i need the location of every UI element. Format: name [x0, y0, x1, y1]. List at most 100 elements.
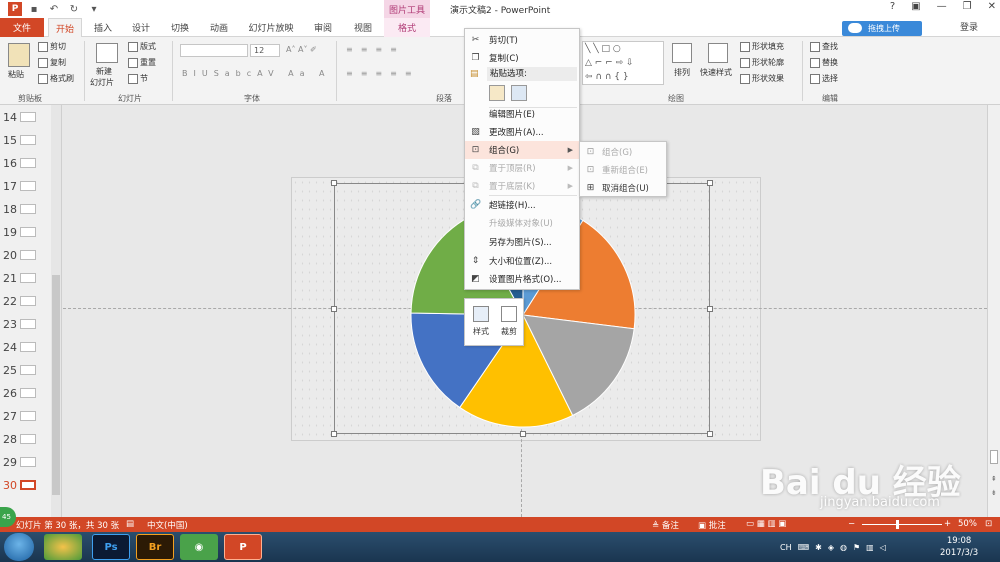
vertical-scroll-thumb[interactable] [990, 450, 998, 464]
find-button[interactable]: 查找 [810, 41, 838, 52]
menu-bring-to-front[interactable]: ⧉ 置于顶层(R) ▶ [465, 159, 579, 177]
paste-as-picture-icon[interactable] [511, 85, 527, 101]
resize-handle[interactable] [707, 180, 713, 186]
taskbar-app-icon[interactable] [44, 534, 82, 560]
powerpoint-taskbar-button[interactable]: P [224, 534, 262, 560]
zoom-slider-knob[interactable] [896, 520, 899, 529]
tab-format[interactable]: 格式 [384, 18, 430, 37]
style-button[interactable]: 样式 [468, 303, 494, 343]
scroll-prev-icon[interactable]: ⇞ [991, 475, 997, 483]
customize-qat-icon[interactable]: ▾ [86, 2, 102, 16]
zoom-level[interactable]: 50% [958, 519, 977, 529]
thumbnail-scrollbar[interactable] [51, 105, 61, 517]
submenu-ungroup[interactable]: ⊞ 取消组合(U) [580, 179, 666, 197]
submenu-regroup[interactable]: ⊡ 重新组合(E) [580, 161, 666, 179]
network-icon[interactable]: ▥ [866, 543, 874, 552]
scroll-next-icon[interactable]: ⇟ [991, 489, 997, 497]
flag-icon[interactable]: ⚑ [853, 543, 860, 552]
close-button[interactable]: ✕ [988, 1, 996, 12]
zoom-slider[interactable] [862, 524, 942, 525]
shape-fill-button[interactable]: 形状填充 [740, 41, 784, 52]
menu-save-as-picture[interactable]: 另存为图片(S)... [465, 233, 579, 251]
shield-icon[interactable]: ◈ [828, 543, 834, 552]
redo-icon[interactable]: ↻ [66, 2, 82, 16]
volume-icon[interactable]: ◁ [880, 543, 886, 552]
wechat-tray-icon[interactable]: ◍ [840, 543, 847, 552]
clock[interactable]: 19:08 2017/3/3 [940, 535, 978, 559]
language-indicator[interactable]: CH [780, 543, 792, 552]
zoom-in-button[interactable]: + [944, 519, 951, 529]
shape-effects-button[interactable]: 形状效果 [740, 73, 784, 84]
font-size-combo[interactable]: 12 [250, 44, 280, 57]
paste-icon[interactable] [8, 43, 30, 67]
menu-change-picture[interactable]: ▧ 更改图片(A)... [465, 123, 579, 141]
tab-home[interactable]: 开始 [48, 18, 82, 37]
shapes-gallery[interactable]: ╲ ╲ □ ○ △ ⌐ ⌐ ⇨ ⇩ ⇦ ∩ ∩ { } [582, 41, 664, 85]
help-button[interactable]: ? [890, 1, 895, 12]
minimize-button[interactable]: — [937, 1, 947, 12]
menu-size-position[interactable]: ⇕ 大小和位置(Z)... [465, 252, 579, 270]
crop-button[interactable]: 裁剪 [496, 303, 522, 343]
resize-handle[interactable] [707, 431, 713, 437]
menu-send-to-back[interactable]: ⧉ 置于底层(K) ▶ [465, 177, 579, 195]
settings-icon[interactable]: ✱ [815, 543, 822, 552]
shape-outline-button[interactable]: 形状轮廓 [740, 57, 784, 68]
tab-file[interactable]: 文件 [0, 18, 44, 37]
slide-vertical-scrollbar[interactable]: ⇞ ⇟ [987, 105, 1000, 517]
resize-handle[interactable] [707, 306, 713, 312]
new-slide-button[interactable]: 新建 [96, 66, 112, 77]
arrange-button[interactable]: 排列 [674, 67, 690, 78]
tab-transitions[interactable]: 切换 [163, 18, 197, 37]
resize-handle[interactable] [331, 180, 337, 186]
tab-review[interactable]: 审阅 [306, 18, 340, 37]
format-painter-button[interactable]: 格式刷 [38, 73, 74, 84]
photoshop-taskbar-button[interactable]: Ps [92, 534, 130, 560]
paste-keep-format-icon[interactable] [489, 85, 505, 101]
quick-styles-button[interactable]: 快速样式 [700, 67, 732, 78]
list-buttons[interactable]: ≡≡≡≡ [346, 45, 405, 54]
quick-styles-icon[interactable] [708, 43, 728, 63]
restore-button[interactable]: ❐ [963, 1, 972, 12]
comments-button[interactable]: ▣ 批注 [698, 519, 726, 531]
notes-button[interactable]: ≜ 备注 [652, 519, 679, 531]
tab-insert[interactable]: 插入 [86, 18, 120, 37]
tab-design[interactable]: 设计 [124, 18, 158, 37]
menu-cut[interactable]: ✂ 剪切(T) [465, 31, 579, 49]
bridge-taskbar-button[interactable]: Br [136, 534, 174, 560]
font-style-buttons[interactable]: BIUSabcAV Aa A [182, 69, 331, 78]
fit-slide-icon[interactable]: ⊡ [985, 519, 992, 529]
zoom-out-button[interactable]: − [848, 519, 855, 529]
resize-handle[interactable] [520, 431, 526, 437]
keyboard-icon[interactable]: ⌨ [798, 543, 810, 552]
wechat-taskbar-button[interactable]: ◉ [180, 534, 218, 560]
tab-animations[interactable]: 动画 [202, 18, 236, 37]
resize-handle[interactable] [331, 306, 337, 312]
tab-slideshow[interactable]: 幻灯片放映 [240, 18, 302, 37]
menu-format-picture[interactable]: ◩ 设置图片格式(O)... [465, 270, 579, 288]
section-button[interactable]: 节 [128, 73, 148, 84]
menu-upgrade-media[interactable]: 升级媒体对象(U) [465, 214, 579, 232]
cut-button[interactable]: 剪切 [38, 41, 66, 52]
align-buttons[interactable]: ≡≡≡≡≡ [346, 69, 420, 78]
copy-button[interactable]: 复制 [38, 57, 66, 68]
start-button[interactable] [4, 533, 34, 561]
paste-button[interactable]: 粘贴 [8, 69, 24, 80]
arrange-icon[interactable] [672, 43, 692, 63]
menu-hyperlink[interactable]: 🔗 超链接(H)... [465, 196, 579, 214]
view-buttons[interactable]: ▭ ▦ ▥ ▣ [746, 519, 786, 529]
spellcheck-icon[interactable]: ▤ [126, 519, 134, 529]
resize-handle[interactable] [331, 431, 337, 437]
save-icon[interactable]: ▪ [26, 2, 42, 16]
thumbnail-scroll-thumb[interactable] [52, 275, 60, 495]
layout-button[interactable]: 版式 [128, 41, 156, 52]
language-status[interactable]: 中文(中国) [147, 519, 188, 531]
font-size-buttons[interactable]: A˄ A˅ ✐ [286, 45, 317, 54]
new-slide-icon[interactable] [96, 43, 118, 63]
menu-edit-picture[interactable]: 编辑图片(E) [465, 105, 579, 123]
ribbon-display-button[interactable]: ▣ [911, 1, 920, 12]
menu-copy[interactable]: ❐ 复制(C) [465, 49, 579, 67]
upload-button[interactable]: 拖拽上传 [842, 21, 922, 36]
menu-group[interactable]: ⊡ 组合(G) ▶ [465, 141, 579, 159]
font-name-combo[interactable] [180, 44, 248, 57]
tab-view[interactable]: 视图 [346, 18, 380, 37]
